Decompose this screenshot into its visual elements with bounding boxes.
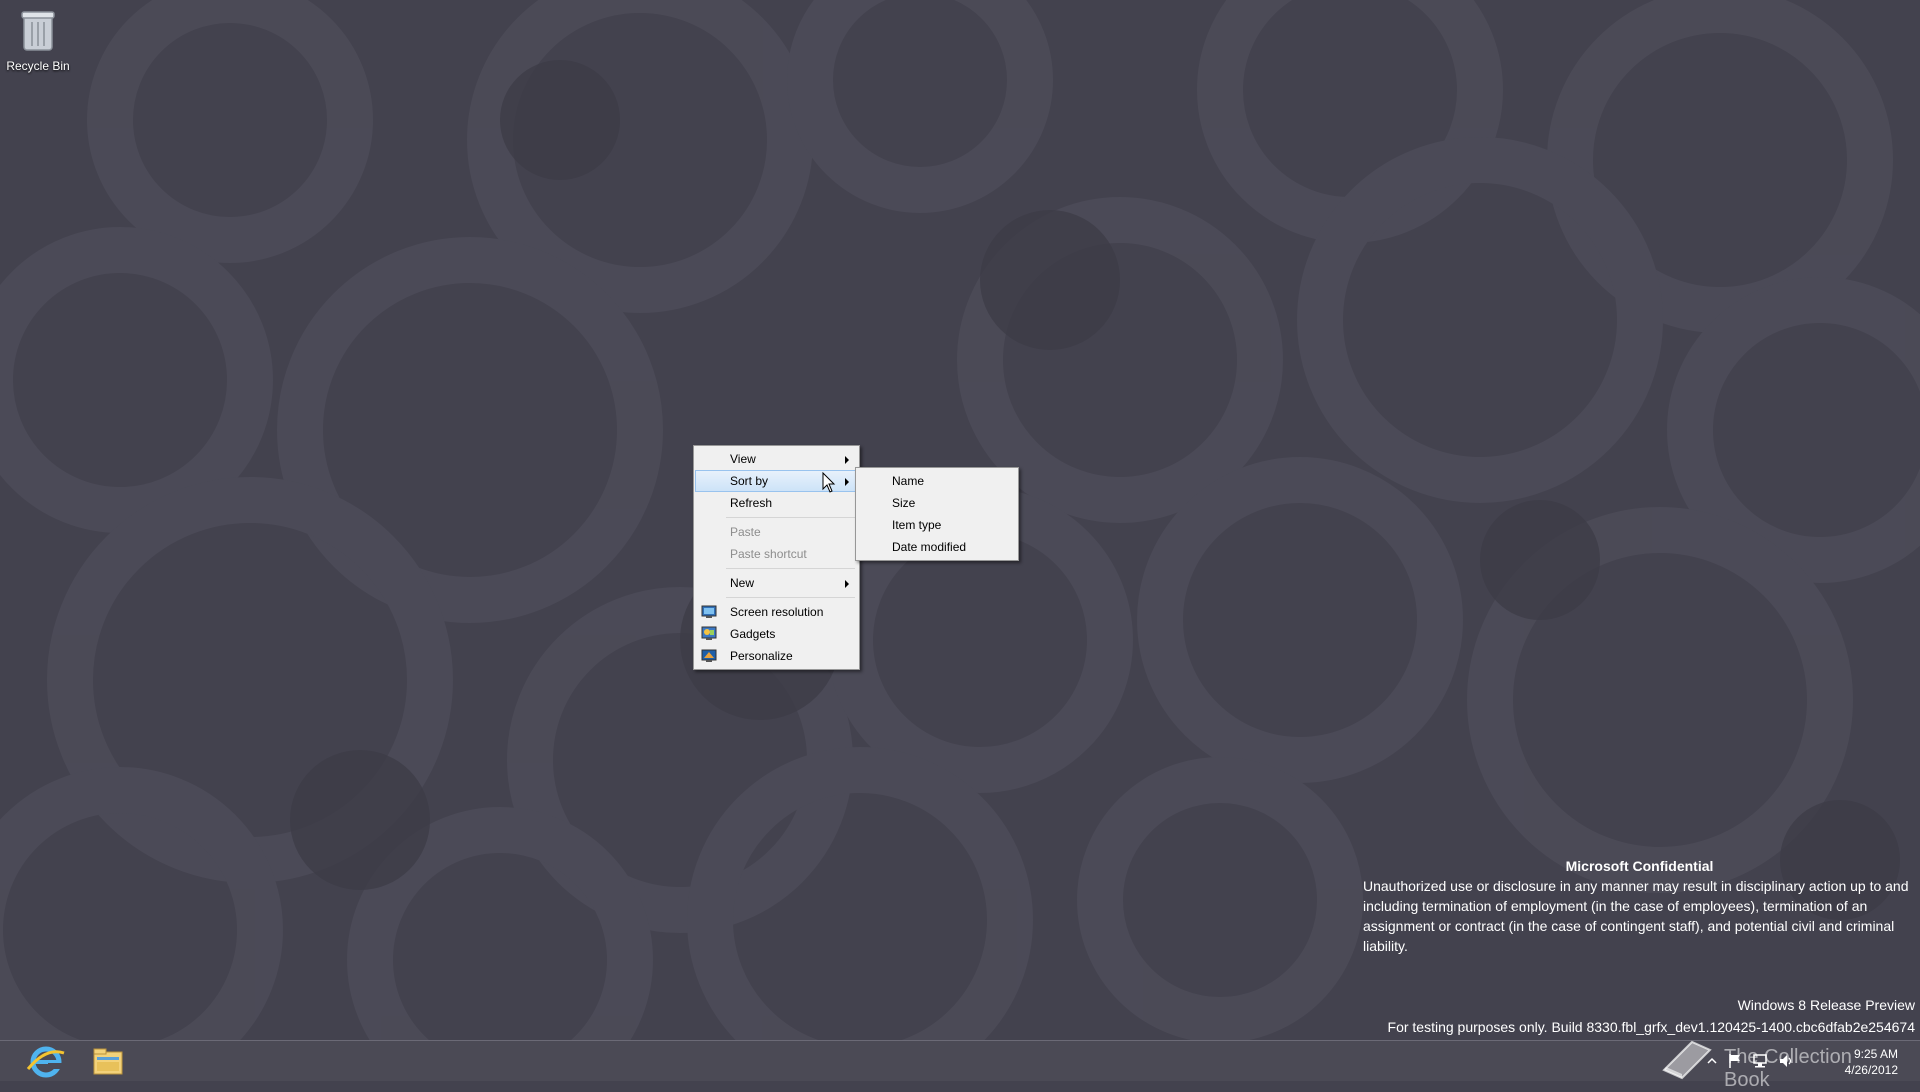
personalize-icon [701, 649, 717, 662]
menu-separator [726, 517, 855, 518]
desktop-icon-label: Recycle Bin [6, 59, 70, 73]
menu-item-screen-resolution[interactable]: Screen resolution [696, 601, 857, 623]
sort-option-name[interactable]: Name [858, 470, 1016, 492]
mouse-pointer-icon [822, 472, 836, 493]
menu-item-label: View [730, 452, 756, 466]
confidential-body: Unauthorized use or disclosure in any ma… [1363, 878, 1909, 954]
menu-item-label: Paste shortcut [730, 547, 807, 561]
menu-item-paste-shortcut[interactable]: Paste shortcut [696, 543, 857, 565]
menu-item-view[interactable]: View [696, 448, 857, 470]
menu-item-label: Date modified [892, 540, 967, 554]
submenu-arrow-icon [845, 580, 849, 588]
screen-resolution-icon [701, 605, 717, 618]
menu-item-refresh[interactable]: Refresh [696, 492, 857, 514]
watermark-text: The Collection Book [1724, 1046, 1852, 1091]
confidential-title: Microsoft Confidential [1565, 858, 1714, 874]
menu-item-label: Paste [730, 525, 761, 539]
sort-option-item-type[interactable]: Item type [858, 514, 1016, 536]
taskbar: 9:25 AM 4/26/2012 [0, 1040, 1920, 1081]
menu-item-label: Item type [892, 518, 942, 532]
collection-book-watermark: The Collection Book [1656, 1036, 1896, 1091]
confidential-notice: Microsoft Confidential Unauthorized use … [1363, 856, 1916, 956]
menu-item-label: New [730, 576, 755, 590]
menu-separator [726, 597, 855, 598]
build-text: For testing purposes only. Build 8330.fb… [1387, 1019, 1915, 1035]
menu-item-label: Sort by [730, 474, 769, 488]
menu-item-new[interactable]: New [696, 572, 857, 594]
menu-separator [726, 568, 855, 569]
book-logo-icon [1662, 1040, 1712, 1080]
gadgets-icon [701, 626, 717, 640]
menu-item-personalize[interactable]: Personalize [696, 645, 857, 667]
edition-text: Windows 8 Release Preview [1737, 997, 1915, 1013]
recycle-bin-icon [21, 11, 55, 51]
menu-item-gadgets[interactable]: Gadgets [696, 623, 857, 645]
menu-item-label: Refresh [730, 496, 773, 510]
menu-item-paste[interactable]: Paste [696, 521, 857, 543]
taskbar-file-explorer[interactable] [80, 1043, 136, 1081]
menu-item-label: Name [892, 474, 925, 488]
sort-by-submenu: Name Size Item type Date modified [855, 467, 1019, 561]
menu-item-label: Size [892, 496, 916, 510]
menu-item-label: Gadgets [730, 627, 776, 641]
submenu-arrow-icon [845, 478, 849, 486]
desktop[interactable]: Recycle Bin View Sort by Refresh Paste P… [0, 0, 1920, 1040]
sort-option-date-modified[interactable]: Date modified [858, 536, 1016, 558]
internet-explorer-icon [26, 1046, 65, 1078]
file-explorer-icon [93, 1048, 123, 1075]
desktop-icon-recycle-bin[interactable]: Recycle Bin [6, 6, 70, 73]
submenu-arrow-icon [845, 456, 849, 464]
build-watermark: Windows 8 Release Preview For testing pu… [1388, 994, 1915, 1038]
taskbar-internet-explorer[interactable] [18, 1043, 74, 1081]
sort-option-size[interactable]: Size [858, 492, 1016, 514]
menu-item-label: Screen resolution [730, 605, 824, 619]
menu-item-label: Personalize [730, 649, 793, 663]
